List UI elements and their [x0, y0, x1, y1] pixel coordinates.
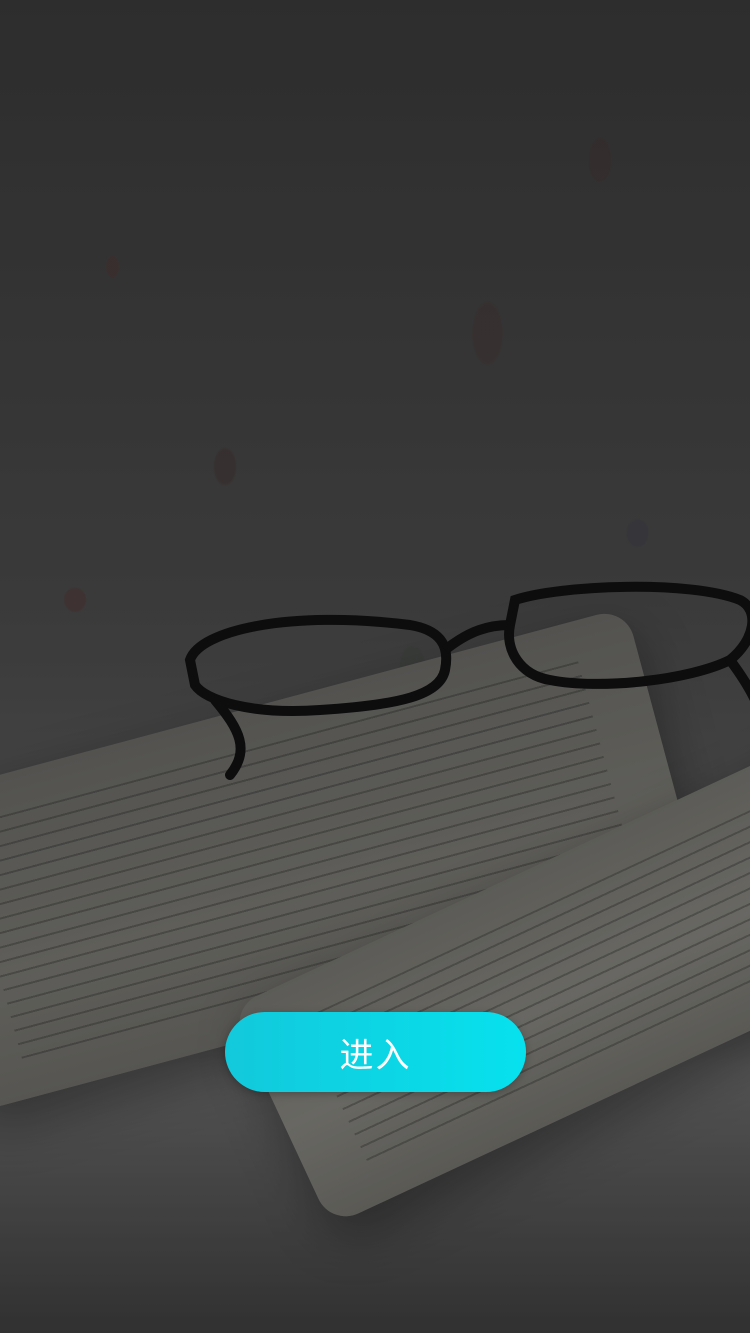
- welcome-screen: 进入: [0, 0, 750, 1333]
- dark-overlay: [0, 0, 750, 1333]
- enter-button[interactable]: 进入: [225, 1012, 526, 1092]
